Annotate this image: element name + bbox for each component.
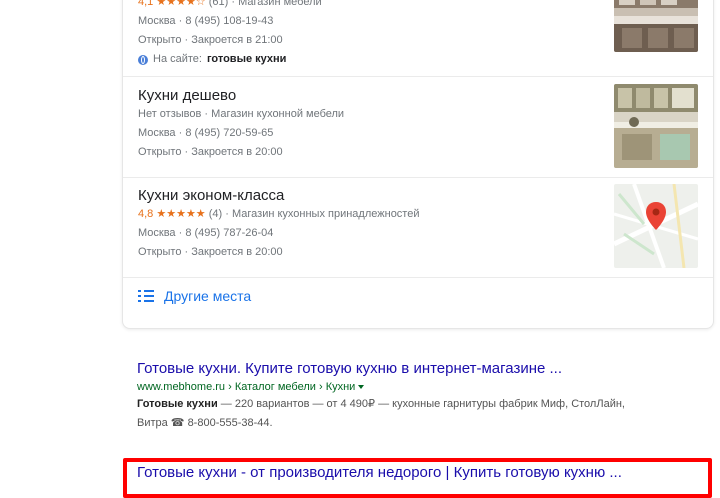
snippet-text-2: Витра ☎ 8-800-555-38-44. [137,417,273,429]
snippet-text: — 220 вариантов — от 4 490₽ — кухонные г… [217,398,625,410]
place-photo[interactable] [614,0,698,52]
divider [123,277,713,278]
website-query: готовые кухни [206,53,287,65]
search-result: Готовые кухни. Купите готовую кухню в ин… [137,359,697,433]
snippet-bold: Готовые кухни [137,398,218,410]
result-snippet: Готовые кухни — 220 вариантов — от 4 490… [137,395,697,433]
result-title-link[interactable]: Готовые кухни - от производителя недорог… [137,463,697,483]
divider [123,177,713,178]
rating-value: 4,1 [138,0,154,8]
place-category: Магазин мебели [238,0,322,8]
place-photo[interactable] [614,84,698,168]
star-rating-icon: ★★★★★ [156,208,206,220]
website-prefix: На сайте: [153,53,202,65]
place-category: Магазин кухонных принадлежностей [231,208,420,220]
kitchen-photo-image [614,84,698,168]
result-domain: www.mebhome.ru [137,381,226,393]
search-result: Готовые кухни - от производителя недорог… [137,463,697,483]
dropdown-arrow-icon[interactable] [358,385,365,390]
kitchen-photo-image [614,0,698,52]
result-breadcrumb: › Каталог мебели › Кухни [225,381,356,393]
result-url[interactable]: www.mebhome.ru › Каталог мебели › Кухни [137,379,697,395]
review-count: Нет отзывов [138,108,202,120]
more-places-link[interactable]: Другие места [138,288,251,304]
place-category: Магазин кухонной мебели [211,108,345,120]
local-results-card: 4,1 ★★★★☆ (61) · Магазин мебели Москва ·… [122,0,714,329]
globe-icon [138,54,148,65]
more-places-label: Другие места [164,288,252,304]
map-image [614,184,698,268]
divider [123,76,713,77]
place-website-row[interactable]: На сайте: готовые кухни [138,50,698,69]
star-rating-icon: ★★★★☆ [156,0,206,8]
list-icon [138,290,154,302]
result-title-link[interactable]: Готовые кухни. Купите готовую кухню в ин… [137,359,697,379]
review-count: (4) [208,208,223,220]
review-count: (61) [208,0,229,8]
rating-value: 4,8 [138,208,154,220]
map-thumbnail[interactable] [614,184,698,268]
